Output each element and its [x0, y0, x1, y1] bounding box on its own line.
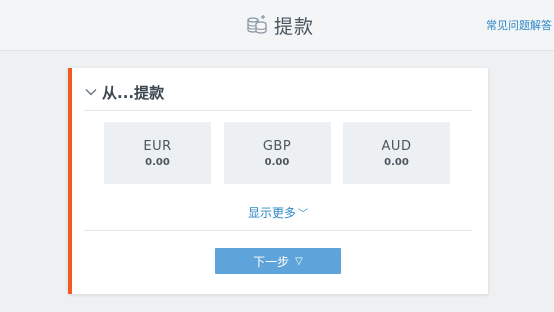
currency-code: GBP — [262, 138, 292, 154]
show-more-link[interactable]: 显示更多 ﹀ — [68, 204, 488, 221]
show-more-label: 显示更多 — [247, 206, 296, 220]
currency-amount: 0.00 — [384, 156, 409, 168]
currency-code: AUD — [381, 138, 412, 154]
divider — [84, 230, 472, 231]
next-step-label: 下一步 — [253, 254, 290, 269]
chevron-down-icon: ﹀ — [298, 209, 308, 220]
currency-tile-aud[interactable]: AUD 0.00 — [343, 122, 450, 184]
currency-list: EUR 0.00 GBP 0.00 AUD 0.00 — [104, 122, 450, 184]
chevron-down-icon — [85, 89, 97, 96]
top-bar: 提款 常见问题解答 — [0, 0, 554, 51]
page-title-group: 提款 — [246, 12, 314, 38]
accent-bar — [68, 68, 72, 294]
triangle-down-icon: ▽ — [295, 255, 303, 267]
currency-tile-gbp[interactable]: GBP 0.00 — [223, 122, 331, 184]
coin-stack-icon — [247, 15, 267, 34]
page-title: 提款 — [274, 15, 315, 38]
currency-amount: 0.00 — [145, 156, 170, 168]
faq-link[interactable]: 常见问题解答 — [486, 17, 552, 33]
card-title: 从...提款 — [102, 83, 165, 102]
next-step-button[interactable]: 下一步 ▽ — [215, 248, 341, 274]
withdraw-card: 从...提款 EUR 0.00 GBP 0.00 AUD 0.00 显示更多 ﹀ … — [68, 68, 488, 294]
withdraw-from-toggle[interactable]: 从...提款 — [84, 80, 164, 104]
divider — [84, 110, 472, 111]
currency-code: EUR — [143, 138, 172, 154]
currency-tile-eur[interactable]: EUR 0.00 — [104, 122, 211, 184]
currency-amount: 0.00 — [264, 156, 290, 168]
